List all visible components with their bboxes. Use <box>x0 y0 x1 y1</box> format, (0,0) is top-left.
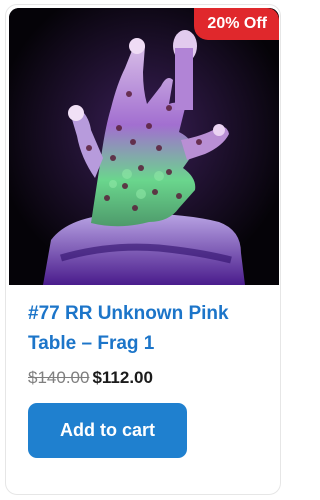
regular-price: $140.00 <box>28 368 90 387</box>
product-card: 20% Off #77 RR Unknown Pink Table – Frag… <box>5 4 281 495</box>
product-title[interactable]: #77 RR Unknown Pink Table – Frag 1 <box>28 299 268 359</box>
product-image[interactable]: 20% Off <box>9 8 279 285</box>
sale-badge: 20% Off <box>194 8 279 40</box>
sale-price: $112.00 <box>92 368 153 387</box>
add-to-cart-button[interactable]: Add to cart <box>28 403 187 458</box>
price-row: $140.00 $112.00 <box>28 367 153 389</box>
coral-frag-photo <box>9 8 279 285</box>
